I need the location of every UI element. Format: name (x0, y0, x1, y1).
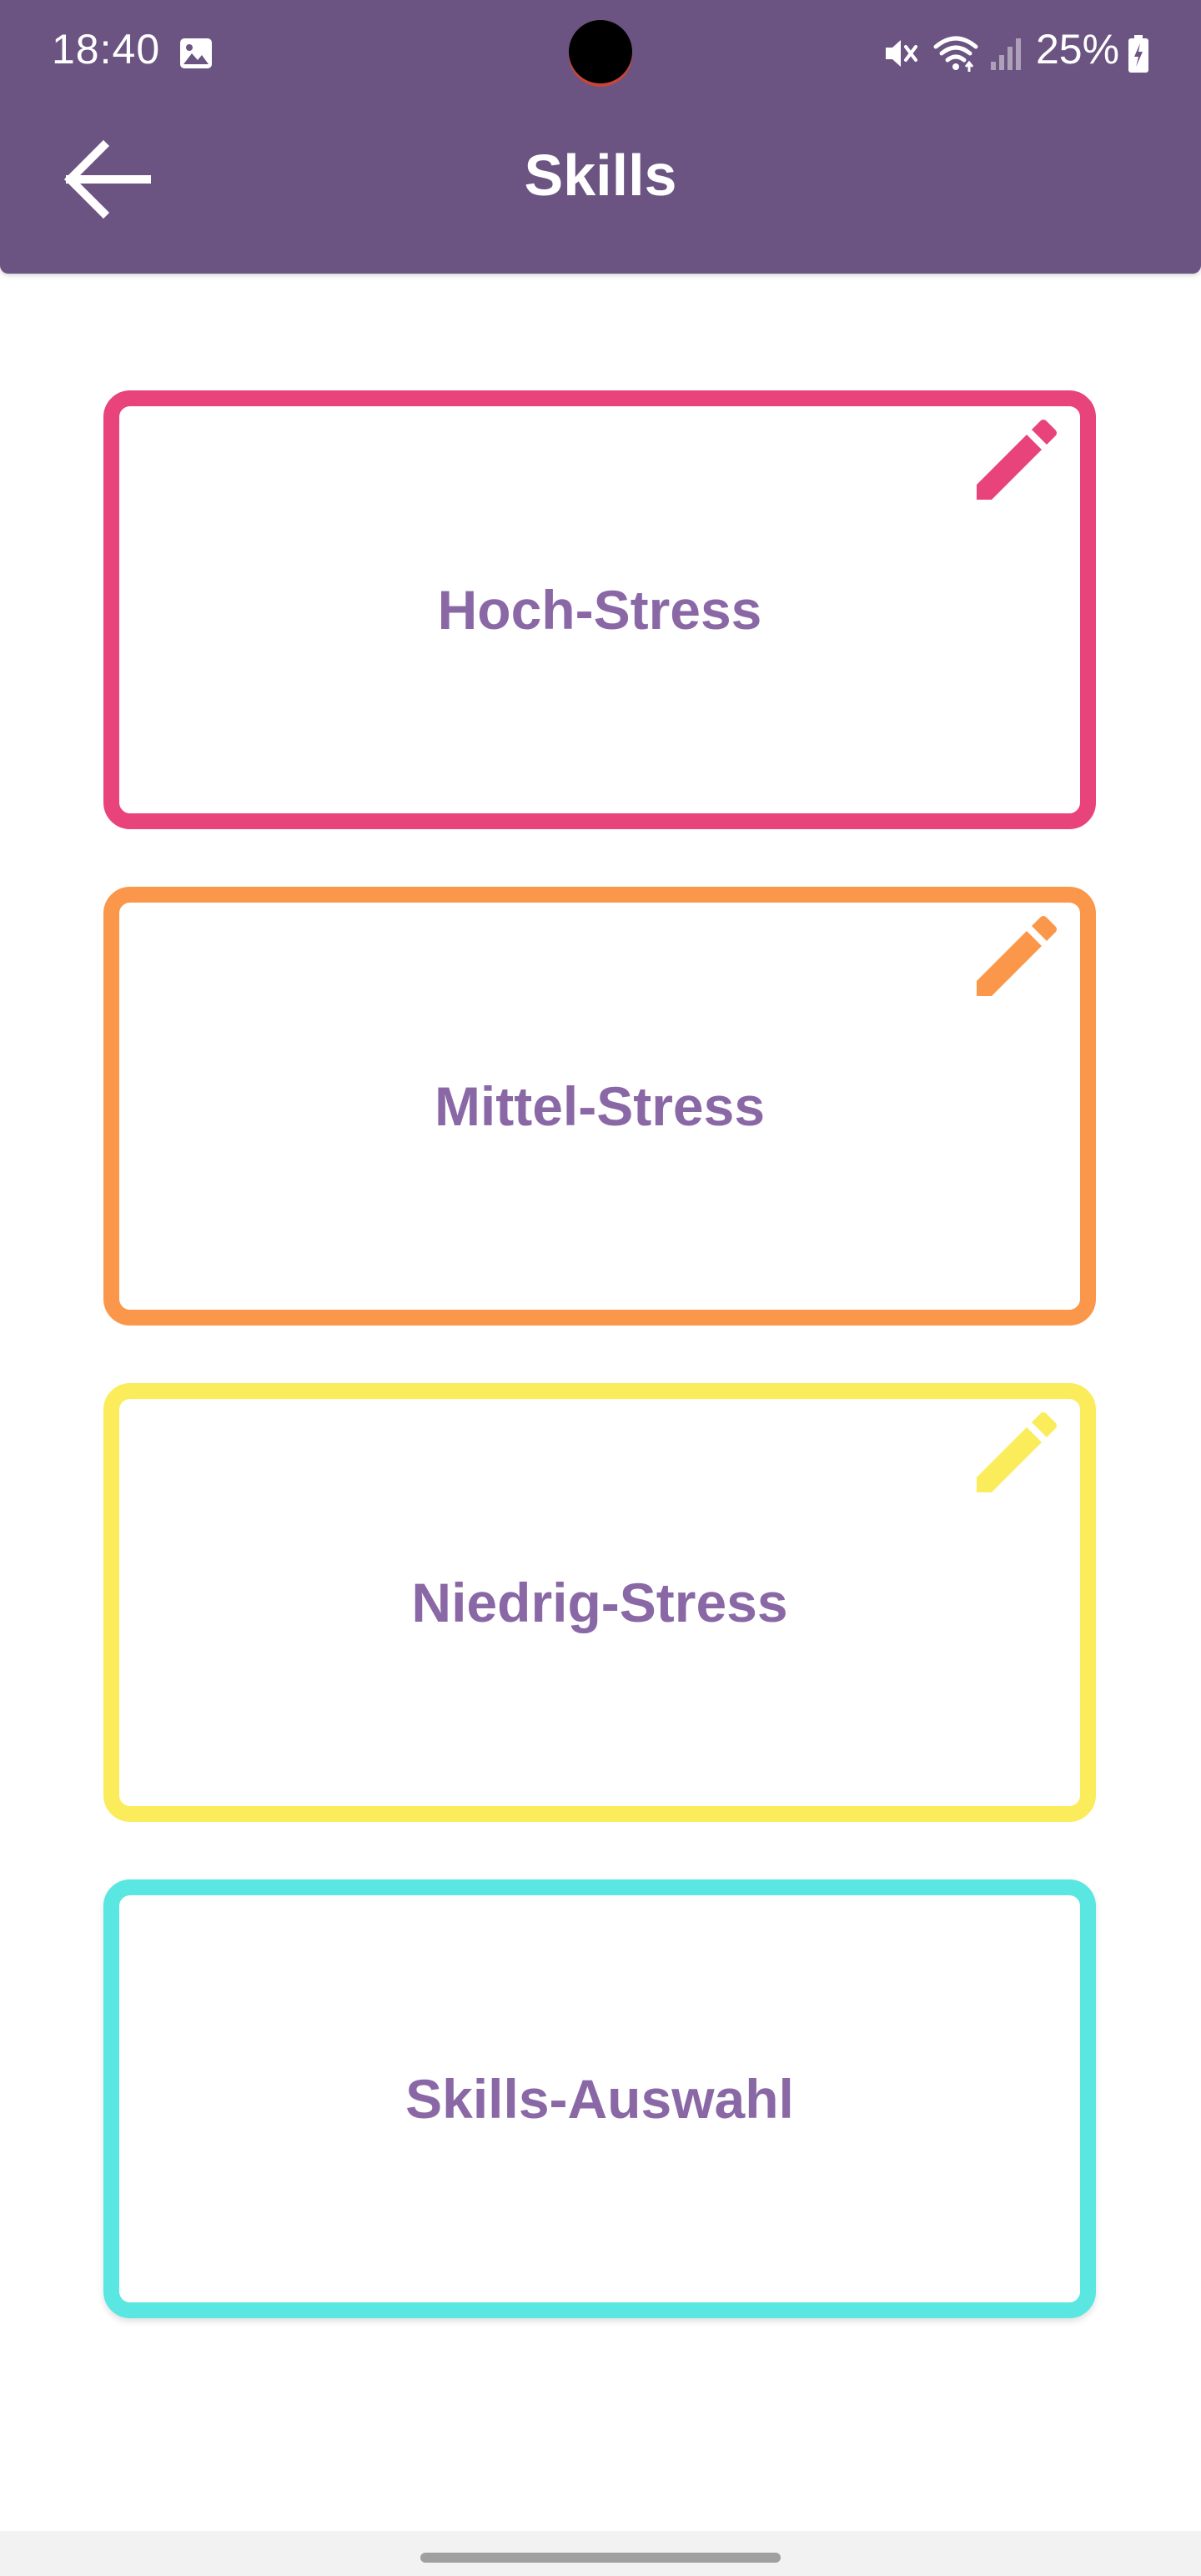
card-label: Skills-Auswahl (405, 2068, 794, 2130)
arrow-left-icon (63, 139, 151, 219)
page-title: Skills (0, 142, 1201, 209)
status-bar: 18:40 25% (0, 0, 1201, 108)
edit-button-hoch-stress[interactable] (970, 415, 1062, 506)
back-button[interactable] (53, 125, 162, 234)
front-camera (569, 20, 632, 83)
battery-icon (1128, 35, 1148, 73)
gallery-icon (180, 38, 212, 68)
edit-button-niedrig-stress[interactable] (970, 1407, 1062, 1499)
wifi-icon (933, 36, 978, 72)
mute-icon (886, 40, 917, 67)
edit-button-mittel-stress[interactable] (970, 911, 1062, 1003)
app-header: 18:40 25% Skills (0, 0, 1201, 274)
app-screen: 18:40 25% Skills Hoch-Stress Mittel-Stre… (0, 0, 1201, 2576)
pencil-icon (977, 1412, 1057, 1492)
home-indicator[interactable] (420, 2553, 781, 2563)
pencil-icon (977, 916, 1057, 996)
system-nav-bar (0, 2531, 1201, 2576)
card-niedrig-stress[interactable]: Niedrig-Stress (103, 1383, 1096, 1822)
card-label: Mittel-Stress (434, 1075, 766, 1137)
status-time: 18:40 (52, 26, 161, 73)
card-hoch-stress[interactable]: Hoch-Stress (103, 390, 1096, 829)
battery-percentage: 25% (1036, 26, 1120, 73)
page-title-text: Skills (524, 143, 677, 208)
card-skills-auswahl[interactable]: Skills-Auswahl (103, 1879, 1096, 2318)
card-mittel-stress[interactable]: Mittel-Stress (103, 887, 1096, 1326)
card-label: Hoch-Stress (437, 579, 762, 641)
card-label: Niedrig-Stress (411, 1572, 788, 1633)
signal-icon (991, 38, 1021, 70)
pencil-icon (977, 420, 1057, 500)
